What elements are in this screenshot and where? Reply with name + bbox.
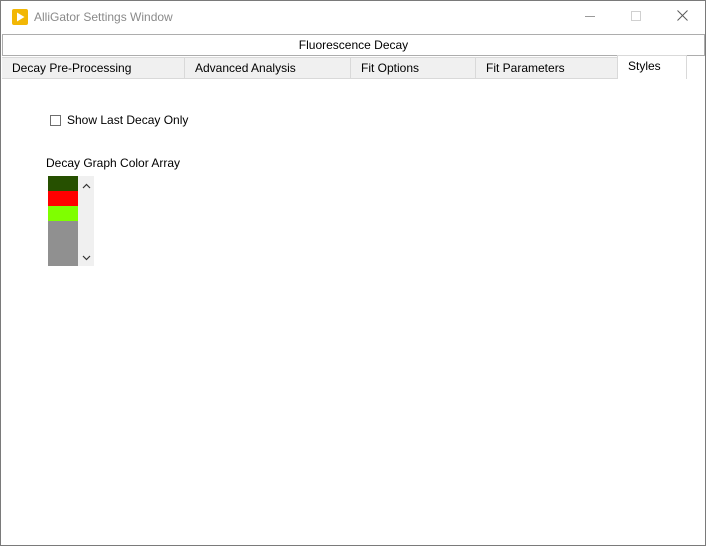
tab-fit-parameters[interactable]: Fit Parameters — [476, 57, 618, 79]
window-title: AlliGator Settings Window — [34, 10, 173, 24]
chevron-up-icon — [82, 178, 91, 192]
color-swatch-1[interactable] — [48, 176, 78, 191]
settings-tab-bar: Decay Pre-Processing Advanced Analysis F… — [2, 55, 705, 79]
maximize-button[interactable] — [613, 1, 659, 33]
tab-decay-pre-processing[interactable]: Decay Pre-Processing — [2, 57, 185, 79]
close-icon — [676, 10, 688, 24]
minimize-button[interactable] — [567, 1, 613, 33]
show-last-decay-only-option[interactable]: Show Last Decay Only — [50, 112, 188, 128]
show-last-decay-only-checkbox[interactable] — [50, 114, 61, 126]
color-array-scrollbar[interactable] — [78, 176, 94, 266]
decay-graph-color-array — [48, 176, 94, 266]
app-logo-icon — [12, 9, 28, 25]
chevron-down-icon — [82, 250, 91, 264]
minimize-icon — [585, 10, 595, 24]
tab-styles[interactable]: Styles — [617, 55, 687, 79]
color-swatch-2[interactable] — [48, 191, 78, 206]
close-button[interactable] — [659, 1, 705, 33]
tab-label: Decay Pre-Processing — [12, 61, 132, 75]
tab-advanced-analysis[interactable]: Advanced Analysis — [185, 57, 351, 79]
maximize-icon — [631, 10, 641, 24]
scroll-up-button[interactable] — [78, 178, 94, 192]
decay-graph-color-array-label: Decay Graph Color Array — [46, 156, 181, 170]
color-swatch-4[interactable] — [48, 221, 78, 266]
show-last-decay-only-label: Show Last Decay Only — [67, 113, 189, 127]
settings-window: AlliGator Settings Window Fluorescence D… — [0, 0, 706, 546]
tab-label: Fit Options — [361, 61, 420, 75]
tab-label: Styles — [628, 59, 661, 73]
tab-label: Fit Parameters — [486, 61, 565, 75]
scroll-down-button[interactable] — [78, 250, 94, 264]
tab-fit-options[interactable]: Fit Options — [351, 57, 476, 79]
tab-label: Advanced Analysis — [195, 61, 296, 75]
fluorescence-decay-tab[interactable]: Fluorescence Decay — [2, 34, 705, 56]
title-bar[interactable]: AlliGator Settings Window — [1, 1, 705, 33]
color-swatch-3[interactable] — [48, 206, 78, 221]
